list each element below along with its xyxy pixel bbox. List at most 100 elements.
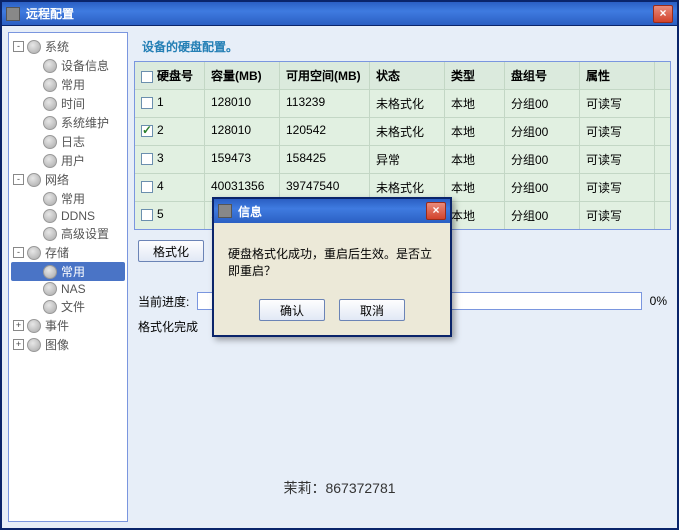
col-type: 类型 [445,62,505,89]
tree-node[interactable]: 系统维护 [11,113,125,132]
section-title: 设备的硬盘配置。 [134,32,671,61]
cell-disk-no: 4 [157,179,164,193]
col-status: 状态 [370,62,445,89]
cell-group: 分组00 [505,202,580,229]
row-checkbox[interactable] [141,125,153,137]
collapse-icon[interactable]: - [13,247,24,258]
cancel-button[interactable]: 取消 [339,299,405,321]
tree-node-label: 常用 [61,190,85,207]
cell-free: 120542 [280,118,370,145]
cell-group: 分组00 [505,90,580,117]
item-icon [43,135,57,149]
table-row[interactable]: 2128010120542未格式化本地分组00可读写 [135,117,670,145]
tree-node-label: 事件 [45,317,69,334]
expand-icon[interactable]: + [13,339,24,350]
item-icon [43,97,57,111]
tree-node-label: 时间 [61,95,85,112]
tree-node-label: 系统 [45,38,69,55]
cell-group: 分组00 [505,174,580,201]
footer-text: 茉莉：867372781 [283,478,395,498]
cell-group: 分组00 [505,146,580,173]
tree-node[interactable]: 常用 [11,189,125,208]
cell-type: 本地 [445,174,505,201]
nav-tree: -系统设备信息常用时间系统维护日志用户-网络常用DDNS高级设置-存储常用NAS… [8,32,128,522]
folder-icon [27,40,41,54]
row-checkbox[interactable] [141,181,153,193]
cell-type: 本地 [445,90,505,117]
format-button[interactable]: 格式化 [138,240,204,262]
tree-node-label: NAS [61,282,86,296]
cell-free: 158425 [280,146,370,173]
table-row[interactable]: 3159473158425异常本地分组00可读写 [135,145,670,173]
tree-node[interactable]: 文件 [11,297,125,316]
cell-attr: 可读写 [580,90,655,117]
cell-type: 本地 [445,202,505,229]
close-icon[interactable]: × [653,5,673,23]
cell-status: 未格式化 [370,118,445,145]
tree-node-label: 用户 [61,152,85,169]
tree-node[interactable]: -网络 [11,170,125,189]
tree-node[interactable]: 用户 [11,151,125,170]
cell-disk-no: 3 [157,151,164,165]
cell-free: 113239 [280,90,370,117]
tree-node-label: 存储 [45,244,69,261]
cell-type: 本地 [445,118,505,145]
col-disk-no: 硬盘号 [135,62,205,89]
tree-node[interactable]: + 事件 [11,316,125,335]
col-capacity: 容量(MB) [205,62,280,89]
row-checkbox[interactable] [141,209,153,221]
cell-disk-no: 5 [157,207,164,221]
tree-node-label: DDNS [61,209,95,223]
tree-node-label: 日志 [61,133,85,150]
row-checkbox[interactable] [141,153,153,165]
tree-node-label: 常用 [61,76,85,93]
table-row[interactable]: 1128010113239未格式化本地分组00可读写 [135,89,670,117]
tree-node[interactable]: 常用 [11,75,125,94]
ok-button[interactable]: 确认 [259,299,325,321]
tree-node[interactable]: 常用 [11,262,125,281]
dialog-icon [218,204,232,218]
progress-label: 当前进度: [138,293,189,310]
item-icon [43,78,57,92]
tree-node[interactable]: DDNS [11,208,125,224]
folder-icon [27,246,41,260]
dialog-message: 硬盘格式化成功，重启后生效。是否立即重启？ [228,245,436,279]
cell-disk-no: 1 [157,95,164,109]
tree-node[interactable]: 设备信息 [11,56,125,75]
cell-attr: 可读写 [580,202,655,229]
tree-node[interactable]: - 系统 [11,37,125,56]
row-checkbox[interactable] [141,97,153,109]
item-icon [43,116,57,130]
tree-node[interactable]: 日志 [11,132,125,151]
tree-node[interactable]: + 图像 [11,335,125,354]
dialog-titlebar: 信息 × [214,199,450,223]
cell-status: 未格式化 [370,90,445,117]
tree-node[interactable]: - 存储 [11,243,125,262]
tree-node[interactable]: NAS [11,281,125,297]
tree-node-label: 系统维护 [61,114,109,131]
collapse-icon[interactable]: - [13,174,24,185]
col-free: 可用空间(MB) [280,62,370,89]
tree-node-label: 高级设置 [61,225,109,242]
folder-icon [27,338,41,352]
col-group: 盘组号 [505,62,580,89]
app-icon [6,7,20,21]
expand-icon[interactable]: + [13,320,24,331]
item-icon [43,265,57,279]
window-title: 远程配置 [26,5,653,22]
tree-node[interactable]: 高级设置 [11,224,125,243]
tree-node-label: 图像 [45,336,69,353]
info-dialog: 信息 × 硬盘格式化成功，重启后生效。是否立即重启？ 确认 取消 [212,197,452,337]
dialog-buttons: 确认 取消 [214,289,450,335]
cell-type: 本地 [445,146,505,173]
col-attr: 属性 [580,62,655,89]
collapse-icon[interactable]: - [13,41,24,52]
item-icon [43,154,57,168]
dialog-title: 信息 [238,203,426,220]
dialog-close-icon[interactable]: × [426,202,446,220]
tree-node[interactable]: 时间 [11,94,125,113]
tree-node-label: 常用 [61,263,85,280]
cell-attr: 可读写 [580,118,655,145]
header-checkbox[interactable] [141,71,153,83]
item-icon [43,282,57,296]
